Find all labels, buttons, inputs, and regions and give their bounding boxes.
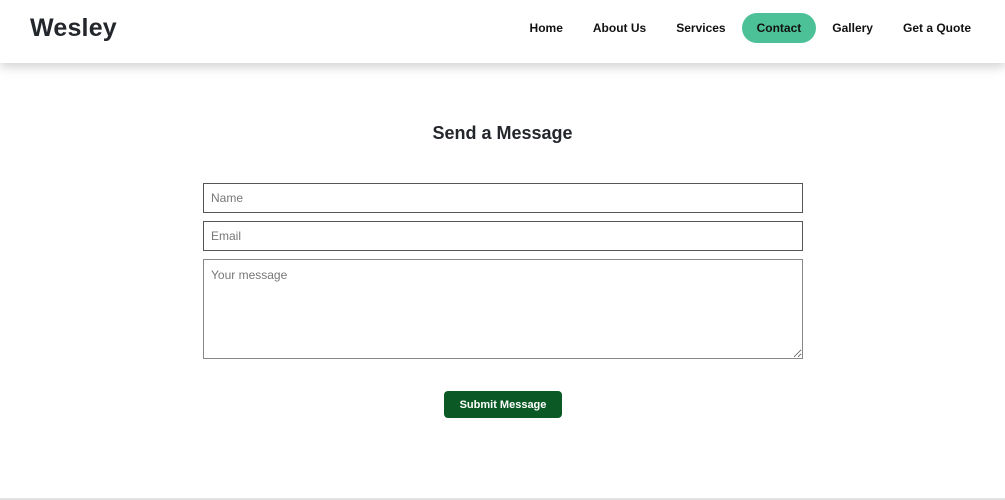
site-header: Wesley Home About Us Services Contact Ga… — [0, 0, 1005, 63]
contact-section: Send a Message Submit Message — [0, 63, 1005, 500]
message-textarea[interactable] — [203, 259, 803, 359]
nav-item-gallery[interactable]: Gallery — [818, 13, 887, 43]
nav-item-about-us[interactable]: About Us — [579, 13, 660, 43]
main-nav: Home About Us Services Contact Gallery G… — [514, 13, 985, 43]
nav-item-get-a-quote[interactable]: Get a Quote — [889, 13, 985, 43]
site-logo[interactable]: Wesley — [30, 14, 117, 43]
nav-item-contact[interactable]: Contact — [741, 13, 817, 43]
name-input[interactable] — [203, 183, 803, 213]
nav-item-services[interactable]: Services — [662, 13, 739, 43]
nav-item-home[interactable]: Home — [516, 13, 577, 43]
email-input[interactable] — [203, 221, 803, 251]
form-title: Send a Message — [432, 123, 573, 143]
submit-message-button[interactable]: Submit Message — [444, 391, 562, 418]
